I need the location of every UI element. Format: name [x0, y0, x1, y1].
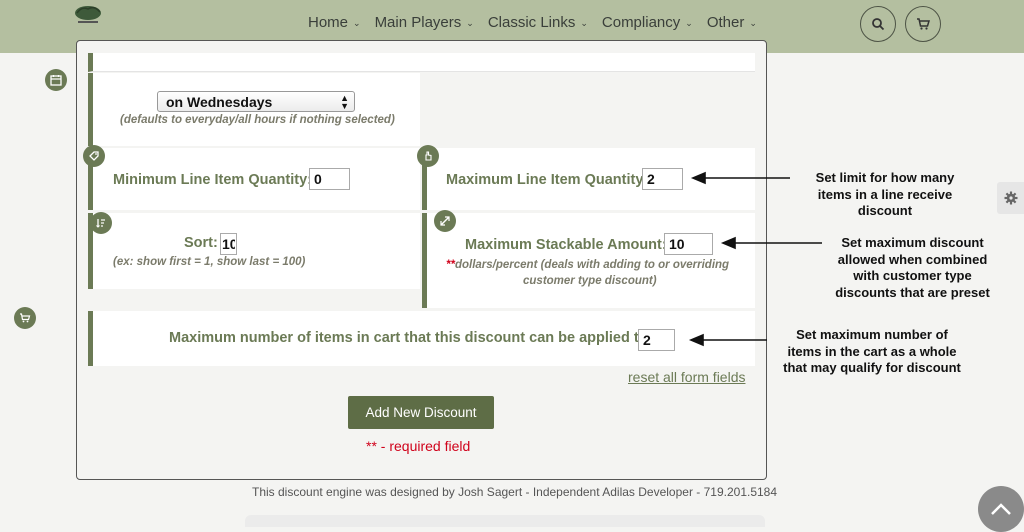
annotation-line: Set maximum discount: [841, 235, 984, 250]
cart-button[interactable]: [905, 6, 941, 42]
max-qty-label: Maximum Line Item Quantity: [446, 172, 644, 188]
form-card-top: [88, 53, 755, 72]
max-qty-input[interactable]: [642, 168, 683, 190]
sort-label: Sort:: [184, 235, 218, 251]
chevron-down-icon: ⌄: [466, 18, 474, 28]
chevron-down-icon: ⌄: [685, 18, 693, 28]
annotation-line: Set limit for how many: [815, 170, 955, 185]
annotation-max-discount: Set maximum discount allowed when combin…: [820, 235, 1005, 301]
chevron-down-icon: ⌄: [353, 18, 361, 28]
nav-label: Main Players: [374, 14, 462, 31]
required-marker: **: [446, 259, 455, 271]
nav-item-compliancy[interactable]: Compliancy ⌄: [602, 14, 693, 31]
annotation-max-cart: Set maximum number of items in the cart …: [772, 327, 972, 377]
annotation-line: with customer type: [853, 268, 972, 283]
max-stack-label: Maximum Stackable Amount:: [465, 237, 667, 253]
annotation-line: items in the cart as a whole: [787, 343, 957, 359]
min-qty-label: Minimum Line Item Quantity:: [113, 172, 312, 188]
nav-label: Classic Links: [487, 14, 576, 31]
sort-input[interactable]: [220, 233, 237, 255]
annotation-line: items in a line receive: [817, 186, 953, 202]
cart-icon: [917, 18, 930, 30]
day-select-value: on Wednesdays: [166, 94, 273, 110]
annotation-line: discount: [857, 203, 913, 218]
nav-item-other[interactable]: Other ⌄: [707, 14, 757, 31]
nav-item-main-players[interactable]: Main Players ⌄: [375, 14, 474, 31]
max-stack-hint-line1: dollars/percent (deals with adding to or…: [454, 259, 730, 271]
main-nav: Home ⌄ Main Players ⌄ Classic Links ⌄ Compl…: [308, 14, 771, 31]
min-qty-input[interactable]: [309, 168, 350, 190]
search-button[interactable]: [860, 6, 896, 42]
compress-icon: [434, 210, 456, 232]
chevron-up-icon: [991, 503, 1011, 515]
max-cart-items-input[interactable]: [638, 329, 675, 351]
hand-pointer-icon: [417, 145, 439, 167]
bottom-panel-edge: [245, 515, 765, 527]
nav-label: Other: [706, 14, 745, 31]
day-select[interactable]: on Wednesdays ▲ ▼: [157, 91, 355, 112]
nav-item-classic-links[interactable]: Classic Links ⌄: [488, 14, 588, 31]
annotation-line: discounts that are preset: [835, 284, 990, 300]
tag-icon: [83, 145, 105, 167]
max-stack-hint-line2: customer type discount): [523, 275, 657, 287]
scroll-to-top-button[interactable]: [978, 486, 1024, 532]
reset-form-link[interactable]: reset all form fields: [628, 369, 745, 385]
nav-label: Home: [308, 14, 349, 31]
logo[interactable]: [72, 4, 104, 26]
annotation-line-limit: Set limit for how many items in a line r…: [800, 170, 970, 220]
day-select-hint: (defaults to everyday/all hours if nothi…: [120, 114, 395, 126]
chevron-down-icon: ⌄: [580, 18, 588, 28]
sort-hint: (ex: show first = 1, show last = 100): [113, 256, 306, 268]
footer-credit: This discount engine was designed by Jos…: [252, 485, 778, 499]
chevron-down-icon: ⌄: [749, 18, 757, 28]
select-arrows-icon: ▲ ▼: [340, 93, 349, 111]
gear-icon: [1004, 191, 1017, 205]
max-stack-hint: **dollars/percent (deals with adding to …: [446, 259, 729, 271]
cart-icon: [14, 307, 36, 329]
annotation-line: Set maximum number of: [796, 327, 948, 342]
nav-label: Compliancy: [601, 14, 681, 31]
search-icon: [872, 18, 885, 31]
max-stack-input[interactable]: [664, 233, 713, 255]
add-new-discount-button[interactable]: Add New Discount: [348, 396, 494, 429]
calendar-icon: [45, 69, 67, 91]
annotation-line: allowed when combined: [837, 251, 988, 267]
settings-tab[interactable]: [997, 182, 1024, 214]
required-field-note: ** - required field: [366, 438, 471, 454]
nav-item-home[interactable]: Home ⌄: [308, 14, 361, 31]
annotation-line: that may qualify for discount: [783, 360, 961, 375]
max-cart-items-label: Maximum number of items in cart that thi…: [169, 330, 653, 346]
sort-card: [88, 213, 420, 289]
sort-icon: [90, 212, 112, 234]
